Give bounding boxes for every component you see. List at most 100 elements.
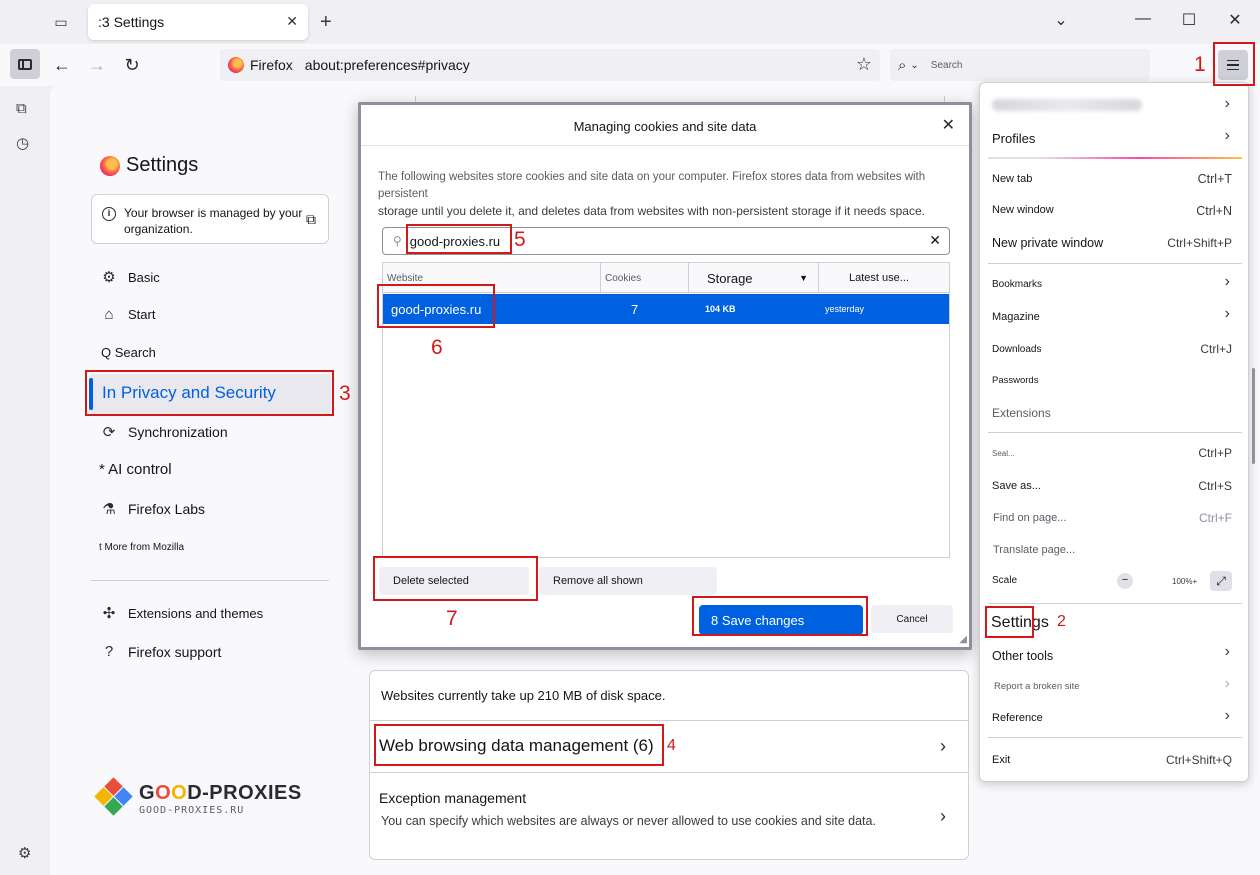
nav-item-sync[interactable]: ⟳ Synchronization — [100, 423, 228, 441]
customize-sidebar-gear-icon[interactable]: ⚙ — [18, 844, 31, 862]
reload-icon[interactable]: ↻ — [118, 53, 146, 77]
search-icon: ⌕ — [898, 56, 907, 74]
row-cookies: 7 — [631, 301, 639, 317]
button-label: Remove all shown — [553, 575, 643, 587]
column-header-cookies[interactable]: Cookies — [601, 263, 689, 293]
menu-item-new-private-window[interactable]: New private window — [992, 236, 1103, 250]
nav-item-extensions-themes[interactable]: ✣ Extensions and themes — [100, 604, 263, 622]
nav-item-start[interactable]: ⌂ Start — [100, 306, 155, 323]
nav-label: Firefox Labs — [128, 501, 206, 517]
menu-item-extensions[interactable]: Extensions — [992, 406, 1051, 420]
bookmark-star-icon[interactable]: ☆ — [856, 54, 872, 75]
annotation-box-2 — [985, 606, 1034, 638]
chevron-right-icon: › — [1224, 95, 1230, 112]
logo-letter: O — [155, 782, 172, 804]
shortcut-label: Ctrl+S — [1198, 479, 1232, 493]
shortcut-label: Ctrl+Shift+Q — [1165, 753, 1232, 767]
remove-all-shown-button[interactable]: Remove all shown — [539, 567, 717, 595]
close-icon[interactable]: ✕ — [942, 115, 955, 135]
annotation-number: 5 — [514, 228, 526, 251]
panel-divider — [369, 720, 969, 721]
shortcut-label: Ctrl+N — [1196, 204, 1232, 218]
minimize-icon[interactable]: — — [1128, 10, 1158, 28]
menu-item-new-tab[interactable]: New tab — [992, 173, 1032, 185]
column-header-last-used[interactable]: Latest use... — [819, 263, 951, 293]
tab-overflow-chevron-icon[interactable]: ⌄ — [1046, 10, 1076, 30]
close-window-icon[interactable]: ✕ — [1220, 10, 1250, 30]
tab-list-icon[interactable]: ▭ — [48, 10, 74, 34]
nav-item-search[interactable]: Q Search — [101, 345, 156, 360]
url-bar[interactable]: Firefox about:preferences#privacy ☆ — [220, 49, 880, 81]
shortcut-label: Ctrl+T — [1197, 172, 1232, 186]
menu-item-bookmarks[interactable]: Bookmarks — [992, 279, 1042, 290]
menu-item-profiles[interactable]: Profiles — [992, 131, 1035, 146]
annotation-number: 7 — [446, 607, 458, 630]
tab-strip: ▭ :3 Settings ✕ + ⌄ — ☐ ✕ — [0, 0, 1260, 44]
annotation-box-3 — [85, 370, 334, 416]
chevron-right-icon[interactable]: › — [940, 736, 946, 757]
nav-divider — [91, 580, 329, 581]
chevron-right-icon: › — [1224, 643, 1230, 660]
nav-item-firefox-labs[interactable]: ⚗ Firefox Labs — [100, 500, 205, 518]
back-icon[interactable]: ← — [48, 53, 76, 77]
menu-item-exit[interactable]: Exit — [992, 754, 1010, 766]
annotation-number: 3 — [339, 382, 351, 405]
menu-item-new-window[interactable]: New window — [992, 204, 1054, 216]
synced-tabs-icon[interactable]: ⧉ — [16, 100, 27, 117]
firefox-logo-icon — [100, 155, 120, 176]
exceptions-title[interactable]: Exception management — [379, 790, 526, 806]
menu-divider — [988, 432, 1242, 433]
search-engine-chevron-icon[interactable]: ⌄ — [910, 60, 918, 71]
menu-item-print[interactable]: Seal... — [992, 449, 1015, 458]
logo-letter: G — [139, 782, 156, 804]
menu-item-translate[interactable]: Translate page... — [993, 544, 1075, 556]
history-clock-icon[interactable]: ◷ — [16, 134, 29, 152]
maximize-icon[interactable]: ☐ — [1174, 10, 1204, 30]
nav-item-ai-control[interactable]: * AI control — [99, 461, 172, 478]
page-title: Settings — [100, 154, 198, 177]
close-tab-icon[interactable]: ✕ — [286, 13, 298, 30]
external-link-icon: ⧉ — [306, 211, 316, 227]
row-storage: 104 KB — [705, 304, 736, 314]
dialog-title: Managing cookies and site data — [573, 119, 757, 134]
managed-notice-text: Your browser is managed by your organiza… — [124, 206, 303, 236]
fullscreen-icon[interactable]: ⤢ — [1210, 571, 1232, 591]
menu-item-downloads[interactable]: Downloads — [992, 344, 1041, 355]
help-icon: ? — [104, 643, 114, 660]
nav-item-firefox-support[interactable]: ? Firefox support — [100, 643, 222, 660]
chevron-right-icon: › — [1224, 675, 1230, 692]
menu-item-passwords[interactable]: Passwords — [992, 375, 1038, 386]
managed-by-organization-notice[interactable]: i Your browser is managed by your organi… — [91, 194, 329, 244]
menu-item-find[interactable]: Find on page... — [993, 512, 1066, 524]
puzzle-icon: ✣ — [102, 605, 116, 622]
menu-item-help[interactable]: Reference — [992, 712, 1043, 724]
nav-item-more-from-mozilla[interactable]: t More from Mozilla — [99, 542, 184, 553]
clear-search-icon[interactable]: ✕ — [929, 232, 941, 249]
zoom-level[interactable]: 100%+ — [1172, 577, 1197, 586]
nav-item-basic[interactable]: ⚙ Basic — [100, 268, 160, 286]
menu-item-save-as[interactable]: Save as... — [992, 480, 1041, 492]
menu-item-more-tools[interactable]: Other tools — [992, 649, 1053, 663]
annotation-box-4 — [374, 724, 664, 766]
search-bar[interactable]: ⌕ ⌄ Search — [890, 49, 1150, 81]
cancel-button[interactable]: Cancel — [871, 605, 953, 633]
tab-settings[interactable]: :3 Settings ✕ — [88, 4, 308, 40]
search-placeholder: Search — [930, 59, 963, 71]
page-scrollbar-thumb[interactable] — [1252, 368, 1255, 464]
resize-grip-icon[interactable]: ◢ — [959, 634, 967, 645]
sidebar-toggle-button[interactable] — [10, 49, 40, 79]
menu-item-report-broken-site[interactable]: Report a broken site — [994, 681, 1080, 692]
account-name-blurred[interactable] — [992, 99, 1142, 111]
chevron-right-icon[interactable]: › — [940, 806, 946, 827]
sidebar-icon — [18, 58, 32, 70]
column-header-storage[interactable]: Storage ▼ — [689, 263, 819, 293]
zoom-out-button[interactable]: − — [1117, 573, 1133, 589]
forward-icon[interactable]: → — [83, 53, 111, 77]
nav-label: Synchronization — [128, 424, 228, 440]
firefox-logo-icon — [228, 57, 244, 73]
new-tab-button[interactable]: + — [320, 10, 332, 34]
row-last-used: yesterday — [825, 304, 865, 314]
search-icon: ⚲ — [393, 234, 402, 248]
menu-item-history[interactable]: Magazine — [992, 311, 1040, 323]
annotation-box-5 — [406, 224, 512, 254]
